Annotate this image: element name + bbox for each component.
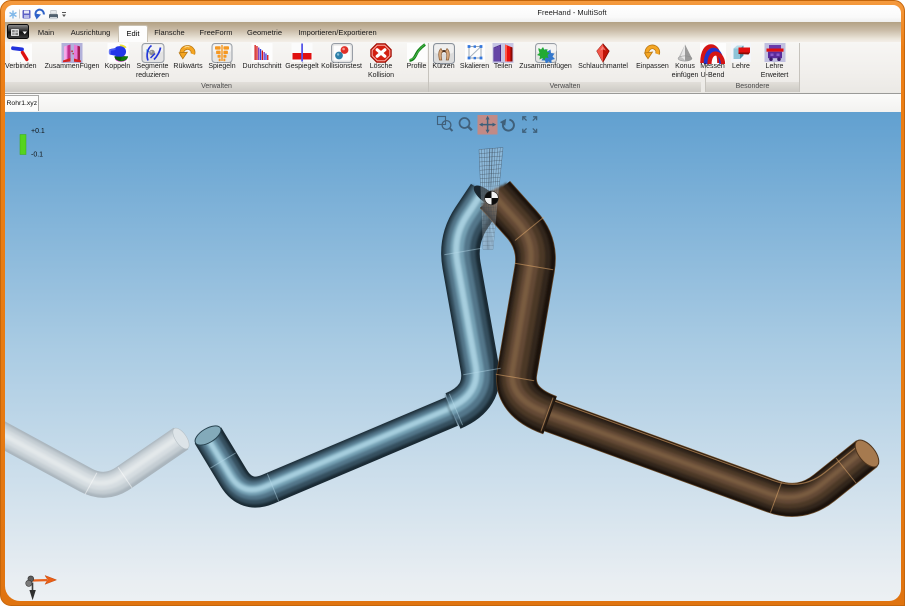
svg-text:-0.1: -0.1 [31,151,43,158]
svg-text:+0.1: +0.1 [31,128,45,135]
